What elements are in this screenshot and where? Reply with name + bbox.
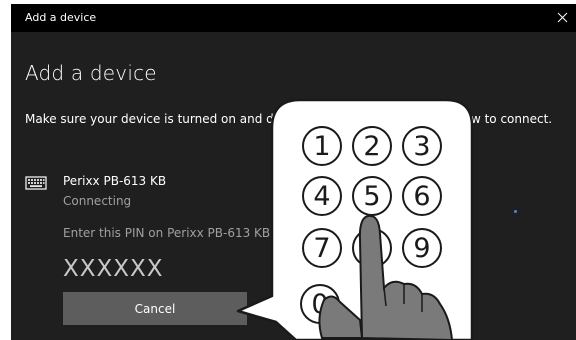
pointing-hand-icon bbox=[318, 214, 454, 340]
